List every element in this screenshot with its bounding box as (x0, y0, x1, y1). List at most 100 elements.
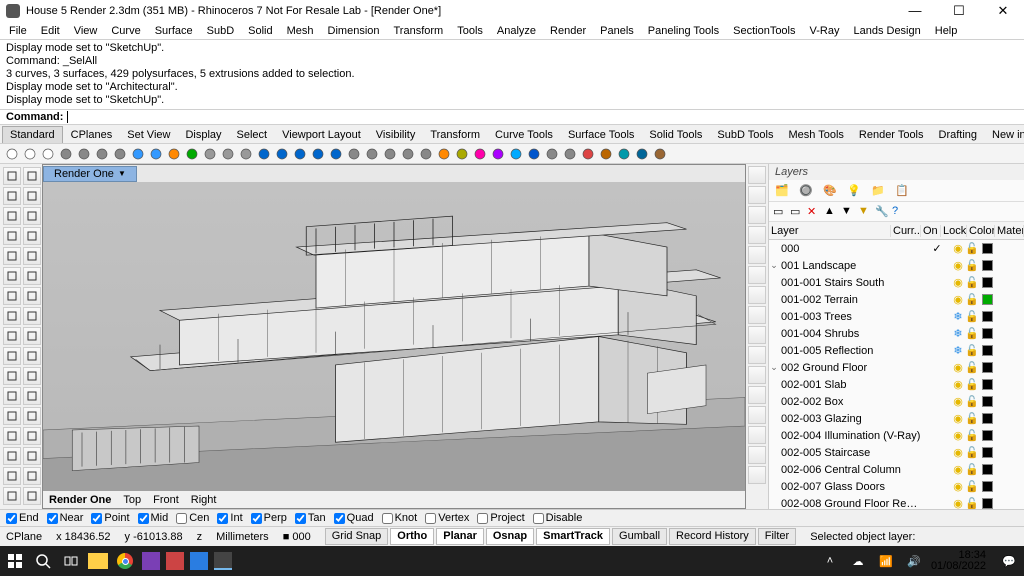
left-tool-17[interactable] (23, 167, 41, 185)
menu-mesh[interactable]: Mesh (282, 24, 319, 38)
toolbar-tab-new-in-v7[interactable]: New in V7 (985, 127, 1024, 143)
toolbar-button-20[interactable] (364, 146, 380, 162)
app-icon-1[interactable] (142, 552, 160, 570)
toolbar-button-17[interactable] (310, 146, 326, 162)
layer-row[interactable]: 002-007 Glass Doors ◉ 🔓 (769, 478, 1024, 495)
menu-render[interactable]: Render (545, 24, 591, 38)
layer-row[interactable]: 001-005 Reflection ❄ 🔓 (769, 342, 1024, 359)
new-layer-icon[interactable]: ▭ (773, 205, 787, 219)
close-button[interactable]: ✕ (988, 3, 1018, 19)
bulb-icon[interactable]: ◉ (951, 446, 965, 459)
status-toggle-smarttrack[interactable]: SmartTrack (536, 528, 610, 545)
toolbar-tab-solid-tools[interactable]: Solid Tools (642, 127, 709, 143)
notifications-icon[interactable]: 💬 (998, 550, 1020, 572)
toolbar-button-2[interactable] (40, 146, 56, 162)
color-swatch[interactable] (982, 294, 993, 305)
lock-icon[interactable]: 🔓 (965, 276, 979, 289)
toolbar-tab-viewport-layout[interactable]: Viewport Layout (275, 127, 368, 143)
col-lock[interactable]: Lock (941, 225, 967, 237)
color-swatch[interactable] (982, 277, 993, 288)
layer-row[interactable]: 001-004 Shrubs ❄ 🔓 (769, 325, 1024, 342)
lights-tab-icon[interactable]: 💡 (847, 184, 861, 198)
bulb-icon[interactable]: ❄ (951, 310, 965, 323)
toolbar-button-1[interactable] (22, 146, 38, 162)
menu-file[interactable]: File (4, 24, 32, 38)
right-tool-8[interactable] (748, 326, 766, 344)
right-tool-7[interactable] (748, 306, 766, 324)
color-swatch[interactable] (982, 260, 993, 271)
layer-row[interactable]: 002-004 Illumination (V-Ray) ◉ 🔓 (769, 427, 1024, 444)
bulb-icon[interactable]: ◉ (951, 480, 965, 493)
right-tool-3[interactable] (748, 226, 766, 244)
task-view-icon[interactable] (60, 550, 82, 572)
onedrive-icon[interactable]: ☁ (847, 550, 869, 572)
bulb-icon[interactable]: ◉ (951, 293, 965, 306)
viewport-canvas[interactable] (43, 182, 745, 491)
left-tool-5[interactable] (3, 267, 21, 285)
col-on[interactable]: On (921, 225, 941, 237)
layers-toolbar[interactable]: ▭ ▭ ✕ ▲ ▼ ▼ 🔧 ? (769, 202, 1024, 222)
status-toggle-osnap[interactable]: Osnap (486, 528, 534, 545)
menu-tools[interactable]: Tools (452, 24, 488, 38)
left-tool-21[interactable] (23, 247, 41, 265)
left-tool-1[interactable] (3, 187, 21, 205)
toolbar-button-21[interactable] (382, 146, 398, 162)
left-tool-19[interactable] (23, 207, 41, 225)
rhino-taskbar-icon[interactable] (214, 552, 232, 570)
menu-curve[interactable]: Curve (106, 24, 145, 38)
left-tool-32[interactable] (23, 467, 41, 485)
view-tab-front[interactable]: Front (153, 494, 179, 506)
viewport-bottom-tabs[interactable]: Render OneTopFrontRight (43, 491, 745, 508)
left-tool-6[interactable] (3, 287, 21, 305)
toolbar-button-26[interactable] (472, 146, 488, 162)
app-icon-2[interactable] (166, 552, 184, 570)
left-tool-14[interactable] (3, 447, 21, 465)
menubar[interactable]: FileEditViewCurveSurfaceSubDSolidMeshDim… (0, 22, 1024, 40)
toolbar-button-27[interactable] (490, 146, 506, 162)
left-tool-4[interactable] (3, 247, 21, 265)
layer-row[interactable]: 002-003 Glazing ◉ 🔓 (769, 410, 1024, 427)
toolbar-button-25[interactable] (454, 146, 470, 162)
layer-row[interactable]: 002-002 Box ◉ 🔓 (769, 393, 1024, 410)
toolbar-button-18[interactable] (328, 146, 344, 162)
toolbar-button-5[interactable] (94, 146, 110, 162)
toolbar-button-11[interactable] (202, 146, 218, 162)
osnap-vertex[interactable]: Vertex (425, 512, 469, 524)
status-units[interactable]: Millimeters (216, 531, 269, 543)
right-tool-14[interactable] (748, 446, 766, 464)
toolbar-button-4[interactable] (76, 146, 92, 162)
lock-icon[interactable]: 🔓 (965, 327, 979, 340)
menu-sectiontools[interactable]: SectionTools (728, 24, 800, 38)
layer-row[interactable]: 001-003 Trees ❄ 🔓 (769, 308, 1024, 325)
left-tool-0[interactable] (3, 167, 21, 185)
color-swatch[interactable] (982, 243, 993, 254)
right-tool-9[interactable] (748, 346, 766, 364)
left-tool-25[interactable] (23, 327, 41, 345)
layer-row[interactable]: 000 ✓ ◉ 🔓 (769, 240, 1024, 257)
layer-row[interactable]: ⌄ 001 Landscape ◉ 🔓 (769, 257, 1024, 274)
bulb-icon[interactable]: ◉ (951, 395, 965, 408)
search-icon[interactable] (32, 550, 54, 572)
lock-icon[interactable]: 🔓 (965, 310, 979, 323)
standard-toolbar[interactable] (0, 144, 1024, 164)
toolbar-button-28[interactable] (508, 146, 524, 162)
osnap-int[interactable]: Int (217, 512, 242, 524)
toolbar-button-30[interactable] (544, 146, 560, 162)
color-swatch[interactable] (982, 311, 993, 322)
view-tab-render-one[interactable]: Render One (49, 494, 111, 506)
toolbar-button-6[interactable] (112, 146, 128, 162)
command-line[interactable]: Command: (0, 110, 1024, 125)
bulb-icon[interactable]: ◉ (951, 242, 965, 255)
toolbar-tab-set-view[interactable]: Set View (120, 127, 177, 143)
right-tool-12[interactable] (748, 406, 766, 424)
toolbar-button-7[interactable] (130, 146, 146, 162)
minimize-button[interactable]: — (900, 3, 930, 19)
bulb-icon[interactable]: ◉ (951, 412, 965, 425)
left-tool-28[interactable] (23, 387, 41, 405)
bulb-icon[interactable]: ◉ (951, 378, 965, 391)
col-layer[interactable]: Layer (769, 225, 891, 237)
menu-paneling-tools[interactable]: Paneling Tools (643, 24, 724, 38)
materials-tab-icon[interactable]: 🎨 (823, 184, 837, 198)
right-tool-4[interactable] (748, 246, 766, 264)
left-tool-20[interactable] (23, 227, 41, 245)
